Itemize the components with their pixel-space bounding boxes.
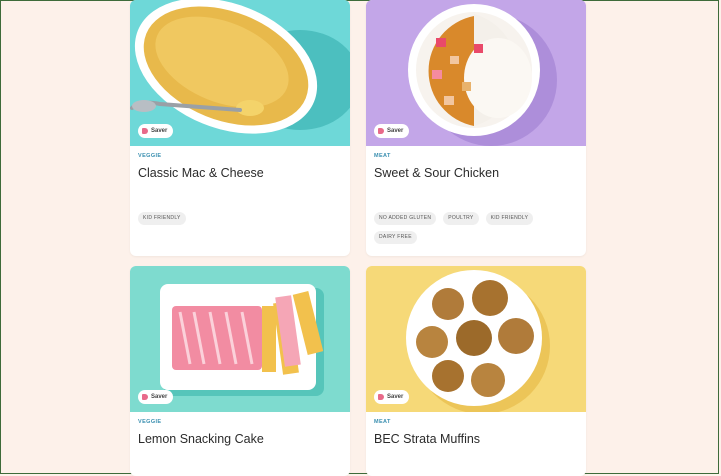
saver-badge: Saver: [138, 390, 174, 404]
tag-icon: [142, 128, 148, 134]
tag-icon: [378, 394, 384, 400]
recipe-category: MEAT: [374, 153, 391, 159]
recipe-category: VEGGIE: [138, 419, 162, 425]
recipe-tags: KID FRIENDLY: [138, 212, 343, 225]
tag-chip: KID FRIENDLY: [138, 212, 186, 225]
tag-chip: DAIRY FREE: [374, 231, 417, 244]
recipe-card-lemon-cake[interactable]: Saver VEGGIE Lemon Snacking Cake: [130, 266, 350, 476]
recipe-card-mac-cheese[interactable]: Saver VEGGIE Classic Mac & Cheese KID FR…: [130, 0, 350, 256]
badge-label: Saver: [387, 394, 404, 400]
tag-icon: [142, 394, 148, 400]
saver-badge: Saver: [138, 124, 174, 138]
lemon-cake-image: Saver: [130, 266, 350, 412]
badge-label: Saver: [151, 394, 168, 400]
recipe-title[interactable]: BEC Strata Muffins: [374, 432, 480, 446]
tag-chip: NO ADDED GLUTEN: [374, 212, 437, 225]
tag-chip: POULTRY: [443, 212, 479, 225]
recipe-category: MEAT: [374, 419, 391, 425]
badge-label: Saver: [387, 128, 404, 134]
recipe-tags: NO ADDED GLUTEN POULTRY KID FRIENDLY DAI…: [374, 212, 579, 244]
recipe-category: VEGGIE: [138, 153, 162, 159]
chicken-image: Saver: [366, 0, 586, 146]
mac-cheese-image: Saver: [130, 0, 350, 146]
saver-badge: Saver: [374, 390, 410, 404]
badge-label: Saver: [151, 128, 168, 134]
recipe-title[interactable]: Classic Mac & Cheese: [138, 166, 264, 180]
recipe-title[interactable]: Lemon Snacking Cake: [138, 432, 264, 446]
page-frame: [0, 0, 719, 474]
tag-chip: KID FRIENDLY: [485, 212, 534, 225]
tag-icon: [378, 128, 384, 134]
saver-badge: Saver: [374, 124, 410, 138]
recipe-card-sweet-sour-chicken[interactable]: Saver MEAT Sweet & Sour Chicken NO ADDED…: [366, 0, 586, 256]
recipe-title[interactable]: Sweet & Sour Chicken: [374, 166, 499, 180]
recipe-card-strata-muffins[interactable]: Saver MEAT BEC Strata Muffins: [366, 266, 586, 476]
strata-muffins-image: Saver: [366, 266, 586, 412]
